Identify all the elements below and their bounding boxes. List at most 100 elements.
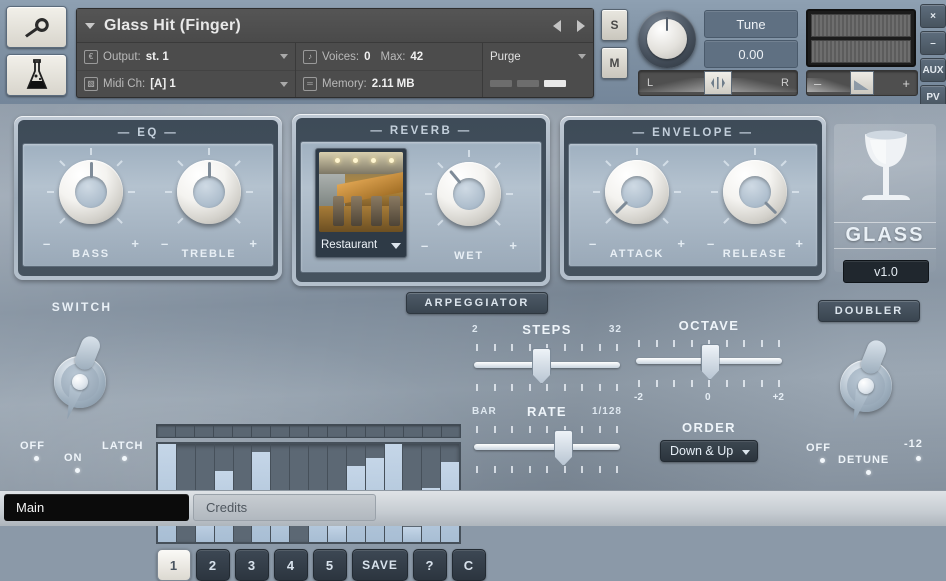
wet-knob[interactable] [437, 162, 501, 226]
pan-right-zone[interactable]: R [732, 72, 797, 94]
midi-icon: ▧ [84, 77, 98, 91]
mute-button[interactable]: M [601, 47, 628, 79]
solo-button[interactable]: S [601, 9, 628, 41]
prev-arrow-icon[interactable] [553, 19, 561, 32]
sequencer-step-cell[interactable] [423, 425, 442, 437]
sequencer-step-cell[interactable] [252, 425, 271, 437]
slider-tick [690, 340, 693, 347]
treble-knob-label: TREBLE [181, 248, 237, 260]
midi-row[interactable]: ▧ Midi Ch: [A] 1 [77, 70, 295, 97]
sequencer-step-cell[interactable] [157, 425, 176, 437]
preset-button-3[interactable]: 3 [235, 549, 269, 581]
attack-knob-indicator [615, 201, 629, 215]
purge-label: Purge [490, 50, 521, 63]
sequencer-step-cell[interactable] [195, 425, 214, 437]
slider-tick [760, 380, 763, 387]
sequencer-step-cell[interactable] [347, 425, 366, 437]
preset-button-1[interactable]: 1 [157, 549, 191, 581]
treble-knob-hole [193, 176, 225, 208]
flask-icon-button[interactable] [6, 54, 67, 96]
tune-knob[interactable] [638, 10, 696, 68]
sequencer-step-cell[interactable] [309, 425, 328, 437]
sequencer-step-cell[interactable] [385, 425, 404, 437]
order-dropdown[interactable]: Down & Up [660, 440, 758, 462]
purge-indicators [483, 70, 593, 97]
close-button[interactable]: × [920, 4, 946, 28]
release-knob[interactable] [723, 160, 787, 224]
tune-value[interactable]: 0.00 [704, 40, 798, 68]
chevron-down-icon[interactable] [280, 82, 288, 87]
knob-tick [234, 160, 241, 167]
slider-tick [673, 340, 675, 347]
chevron-down-icon[interactable] [391, 243, 401, 249]
wrench-icon-button[interactable] [6, 6, 67, 48]
chevron-down-icon[interactable] [280, 54, 288, 59]
doubler-detune-dot[interactable] [866, 470, 871, 475]
knob-tick [723, 217, 730, 224]
sequencer-step-cell[interactable] [290, 425, 309, 437]
pan-left-zone[interactable]: L [639, 72, 704, 94]
switch-on-dot[interactable] [75, 468, 80, 473]
doubler-lever[interactable] [830, 334, 906, 424]
reverb-ir-name-row[interactable]: Restaurant [319, 235, 403, 255]
slider-tick [598, 426, 601, 433]
doubler-semitone-dot[interactable] [916, 456, 921, 461]
memory-label: Memory: [322, 78, 367, 90]
sequencer-step-cell[interactable] [366, 425, 385, 437]
volume-handle[interactable] [850, 71, 874, 95]
minimize-button[interactable]: – [920, 31, 946, 55]
volume-slider[interactable]: – + [806, 70, 918, 96]
rate-handle[interactable] [553, 430, 573, 466]
output-row[interactable]: € Output: st. 1 [77, 43, 295, 70]
slider-tick [581, 426, 583, 433]
sequencer-step-cell[interactable] [442, 425, 460, 437]
treble-knob[interactable] [177, 160, 241, 224]
steps-handle[interactable] [532, 348, 552, 384]
steps-min-label: 2 [472, 324, 479, 335]
tab-credits[interactable]: Credits [193, 494, 376, 521]
chevron-down-icon[interactable] [742, 450, 750, 455]
slider-tick [598, 466, 601, 473]
purge-indicator [544, 80, 566, 87]
slider-tick [743, 380, 745, 387]
tune-label: Tune [704, 10, 798, 38]
preset-button-4[interactable]: 4 [274, 549, 308, 581]
switch-latch-dot[interactable] [122, 456, 127, 461]
octave-handle[interactable] [700, 344, 720, 380]
sequencer-step-cell[interactable] [328, 425, 347, 437]
sequencer-step-cell[interactable] [233, 425, 252, 437]
slider-tick [581, 344, 583, 351]
volume-increase-zone[interactable]: + [874, 72, 917, 94]
chevron-down-icon[interactable] [578, 54, 586, 59]
purge-dropdown[interactable]: Purge [483, 43, 593, 70]
pan-handle[interactable] [704, 71, 732, 95]
preset-button-2[interactable]: 2 [196, 549, 230, 581]
sequencer-step-cell[interactable] [404, 425, 423, 437]
instrument-title-row[interactable]: Glass Hit (Finger) [77, 9, 593, 43]
doubler-off-dot[interactable] [820, 458, 825, 463]
sequencer-step-cell[interactable] [271, 425, 290, 437]
chevron-down-icon[interactable] [85, 22, 95, 29]
switch-lever[interactable] [44, 330, 120, 420]
preset-button-[interactable]: ? [413, 549, 447, 581]
preset-button-c[interactable]: C [452, 549, 486, 581]
bass-knob[interactable] [59, 160, 123, 224]
next-arrow-icon[interactable] [577, 19, 585, 32]
sequencer-step-cell[interactable] [214, 425, 233, 437]
sequencer-step-cell[interactable] [176, 425, 195, 437]
sequencer-step-strip[interactable] [156, 424, 461, 438]
rate-min-label: BAR [472, 406, 497, 417]
volume-decrease-zone[interactable]: – [807, 72, 850, 94]
reverb-ir-selector[interactable]: Restaurant [315, 148, 407, 258]
tab-main[interactable]: Main [4, 494, 189, 521]
pan-slider[interactable]: L R [638, 70, 798, 96]
slider-tick [528, 426, 531, 433]
preset-button-save[interactable]: SAVE [352, 549, 408, 581]
rate-track[interactable] [474, 444, 620, 450]
slider-tick [511, 344, 513, 351]
preset-button-5[interactable]: 5 [313, 549, 347, 581]
attack-knob[interactable] [605, 160, 669, 224]
aux-button[interactable]: AUX [920, 58, 946, 82]
switch-off-dot[interactable] [34, 456, 39, 461]
octave-title: OCTAVE [678, 318, 740, 333]
